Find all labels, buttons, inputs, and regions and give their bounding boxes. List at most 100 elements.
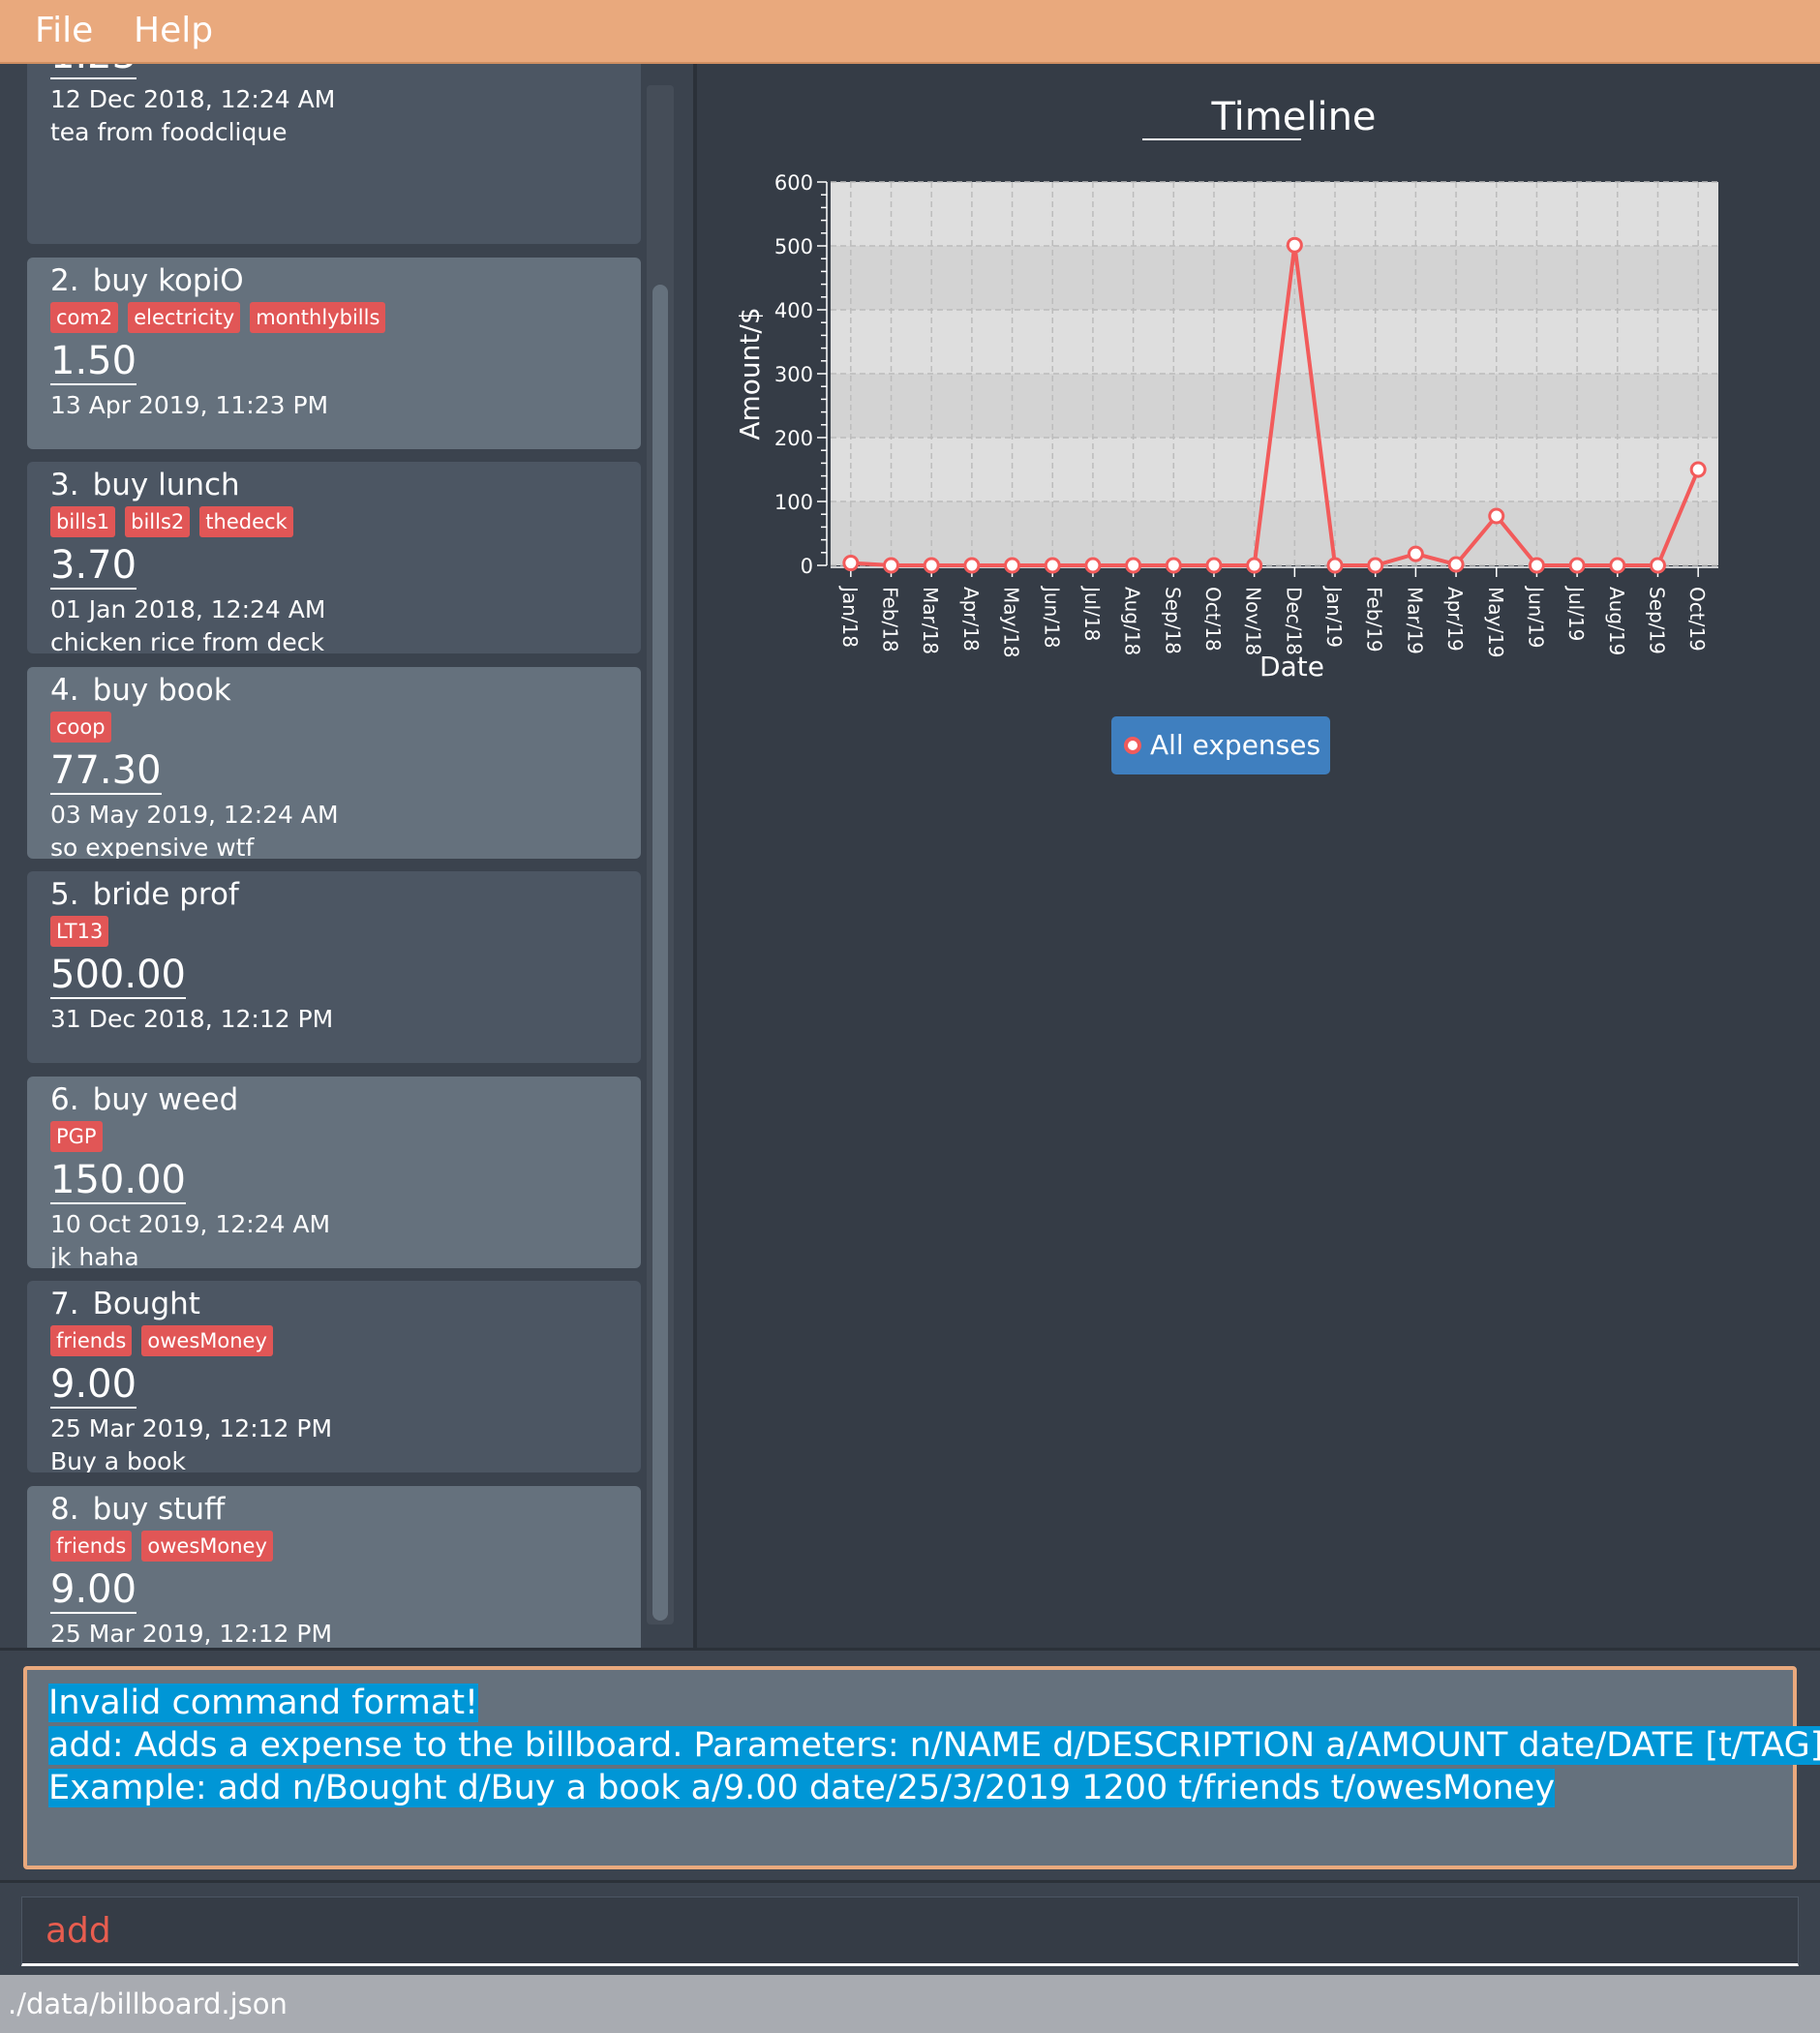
tag-list: coop	[50, 711, 618, 746]
data-point	[1246, 557, 1263, 574]
y-axis-label: Amount/$	[734, 307, 766, 440]
expense-index: 8.	[50, 1491, 79, 1527]
y-tick-label: 600	[774, 171, 813, 195]
data-point	[842, 555, 860, 572]
tag-badge: monthlybills	[250, 301, 386, 333]
result-line-error: Invalid command format!	[48, 1684, 479, 1722]
expense-card[interactable]: 1.23 12 Dec 2018, 12:24 AM tea from foodcl…	[27, 64, 641, 244]
x-tick-label: Jan/18	[838, 585, 862, 648]
expense-index: 7.	[50, 1287, 79, 1321]
data-point	[1084, 557, 1102, 574]
tag-list: bills1 bills2 thedeck	[50, 506, 618, 541]
expense-description: Buy a book	[50, 1447, 186, 1472]
expense-date: 01 Jan 2018, 12:24 AM	[50, 595, 326, 623]
x-tick-label: May/18	[1000, 587, 1023, 658]
tag-list: friends owesMoney	[50, 1530, 618, 1565]
expense-date: 13 Apr 2019, 11:23 PM	[50, 390, 329, 419]
expense-amount: 9.00	[50, 1566, 137, 1614]
status-bar: ./data/billboard.json	[0, 1975, 1820, 2033]
expense-index: 5.	[50, 877, 79, 912]
data-point	[1609, 557, 1626, 574]
expense-index: 4.	[50, 672, 79, 708]
expense-description: chicken rice from deck	[50, 628, 324, 653]
expense-amount: 77.30	[50, 747, 162, 795]
x-axis-label: Date	[1259, 651, 1324, 683]
x-tick-label: May/19	[1484, 587, 1507, 658]
expense-date: 03 May 2019, 12:24 AM	[50, 800, 339, 829]
expense-card[interactable]: 4. buy book coop 77.30 03 May 2019, 12:24 AM…	[27, 666, 641, 859]
expense-card[interactable]: 7. Bought friends owesMoney 9.00 25 Mar 2019,…	[27, 1281, 641, 1472]
expense-name: buy weed	[92, 1081, 239, 1117]
command-box-panel	[0, 1880, 1820, 1975]
x-tick-label: Oct/18	[1201, 587, 1225, 652]
expense-amount: 3.70	[50, 543, 137, 590]
expense-title: 8. buy stuff	[50, 1490, 618, 1529]
expense-name: buy book	[92, 672, 231, 708]
x-tick-label: Nov/18	[1242, 587, 1265, 655]
data-point	[1568, 557, 1586, 574]
data-point	[1407, 545, 1424, 562]
tag-badge: owesMoney	[141, 1530, 273, 1562]
expense-date: 12 Dec 2018, 12:24 AM	[50, 85, 336, 113]
expense-title: 4. buy book	[50, 671, 618, 710]
expense-index: 3.	[50, 468, 79, 502]
save-location: ./data/billboard.json	[8, 1987, 288, 2020]
y-tick-label: 500	[774, 235, 813, 258]
expense-title: 6. buy weed	[50, 1080, 618, 1119]
expense-card[interactable]: 2. buy kopiO com2 electricity monthlybills 1.…	[27, 257, 641, 449]
expense-description: tea from foodclique	[50, 118, 288, 146]
x-tick-label: Mar/19	[1403, 587, 1426, 654]
menu-file[interactable]: File	[35, 0, 93, 62]
expense-card[interactable]: 5. bride prof LT13 500.00 31 Dec 2018, 12:12…	[27, 871, 641, 1063]
expense-name: bride prof	[92, 877, 239, 912]
x-tick-label: Mar/18	[919, 587, 942, 654]
legend-marker	[1124, 737, 1141, 754]
scrollbar-thumb[interactable]	[652, 285, 668, 1621]
data-point	[1004, 557, 1021, 574]
timeline-chart: Timeline 0 100 200 300 400 500 600 Jan/18 Feb/18 M…	[734, 95, 1718, 774]
y-tick-label: 100	[774, 491, 813, 514]
tag-badge: bills1	[50, 506, 116, 537]
expense-date: 25 Mar 2019, 12:12 PM	[50, 1619, 333, 1648]
expense-title: 2. buy kopiO	[50, 261, 618, 300]
command-input[interactable]	[21, 1896, 1799, 1966]
x-tick-label: Aug/19	[1605, 587, 1628, 655]
data-point	[1528, 557, 1545, 574]
expense-description: so expensive wtf	[50, 833, 255, 859]
x-tick-label: Feb/18	[879, 587, 902, 652]
expense-title: 5. bride prof	[50, 875, 618, 914]
data-point	[1649, 557, 1666, 574]
tag-list: friends owesMoney	[50, 1325, 618, 1360]
x-tick-label: Sep/19	[1645, 587, 1668, 654]
tag-list: LT13	[50, 916, 618, 951]
expense-amount: 9.00	[50, 1362, 137, 1409]
x-tick-label: Feb/19	[1363, 587, 1386, 652]
expense-card[interactable]: 8. buy stuff friends owesMoney 9.00 25 Mar 20…	[27, 1485, 641, 1648]
expense-name: buy kopiO	[92, 262, 244, 298]
result-line-usage: add: Adds a expense to the billboard. Pa…	[48, 1726, 1820, 1765]
expense-card[interactable]: 6. buy weed PGP 150.00 10 Oct 2019, 12:24 AM…	[27, 1076, 641, 1268]
tag-badge: bills2	[125, 506, 191, 537]
expense-amount: 1.23	[50, 64, 137, 79]
x-tick-label: Apr/18	[959, 587, 983, 652]
result-line-example: Example: add n/Bought d/Buy a book a/9.0…	[48, 1769, 1556, 1807]
y-tick-label: 400	[774, 299, 813, 322]
data-point	[883, 557, 900, 574]
x-tick-label: Aug/18	[1121, 587, 1144, 655]
expense-index: 2.	[50, 262, 79, 298]
data-point	[1125, 557, 1142, 574]
tag-badge: owesMoney	[141, 1325, 273, 1356]
legend-label: All expenses	[1150, 729, 1320, 761]
expense-card[interactable]: 3. buy lunch bills1 bills2 thedeck 3.70 01 Jan…	[27, 462, 641, 653]
result-display[interactable]: Invalid command format! add: Adds a expe…	[23, 1666, 1820, 1869]
tag-badge: electricity	[128, 301, 241, 333]
menu-bar: File Help	[0, 0, 1820, 64]
chart-title: Timeline	[1210, 95, 1376, 139]
expense-date: 31 Dec 2018, 12:12 PM	[50, 1005, 334, 1033]
menu-help[interactable]: Help	[134, 0, 213, 62]
x-tick-label: Jan/19	[1322, 585, 1346, 648]
tag-badge: thedeck	[199, 506, 293, 537]
expense-list-panel: 1.23 12 Dec 2018, 12:24 AM tea from foodcl…	[0, 64, 697, 1648]
expense-title: 7. Bought	[50, 1285, 618, 1323]
data-point	[1165, 557, 1182, 574]
